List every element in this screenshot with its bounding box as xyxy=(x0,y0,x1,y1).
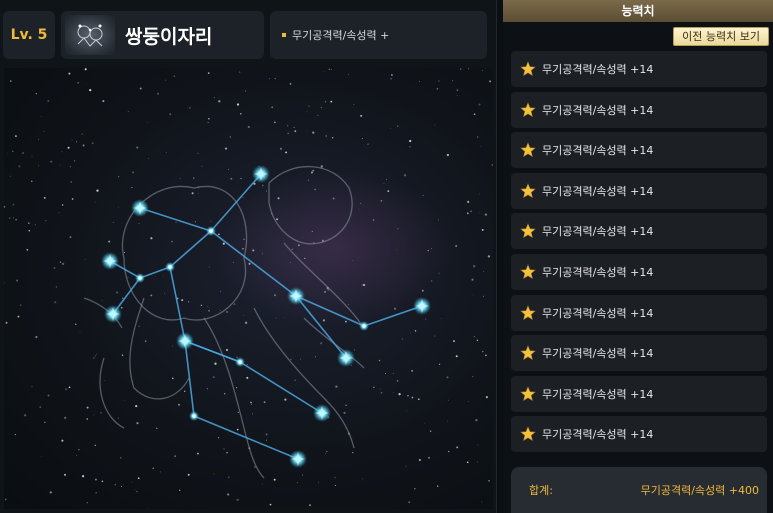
stat-label: 무기공격력/속성력 +14 xyxy=(542,184,654,198)
stat-label: 무기공격력/속성력 +14 xyxy=(542,306,654,320)
stats-panel-title: 능력치 xyxy=(503,0,773,22)
stat-label: 무기공격력/속성력 +14 xyxy=(542,103,654,117)
star-icon xyxy=(520,345,536,361)
star-icon xyxy=(520,101,536,117)
stat-row: 무기공격력/속성력 +14 xyxy=(511,91,767,128)
constellation-panel: Lv. 5 쌍둥이자리 무기공격력/속성력 + xyxy=(0,0,497,513)
stat-label: 무기공격력/속성력 +14 xyxy=(542,265,654,279)
constellation-canvas xyxy=(4,68,493,509)
constellation-name: 쌍둥이자리 xyxy=(125,25,213,48)
gemini-emblem-icon xyxy=(65,15,115,55)
star-icon xyxy=(520,264,536,279)
level-text: Lv. 5 xyxy=(10,27,48,43)
constellation-star xyxy=(135,273,145,283)
stat-list: 무기공격력/속성력 +14 무기공격력/속성력 +14 무기공격력/속성력 +14 무… xyxy=(511,51,767,457)
star-icon xyxy=(520,304,536,320)
star-icon xyxy=(520,223,536,239)
constellation-sky-view xyxy=(4,68,493,509)
star-icon xyxy=(520,386,536,401)
stat-label: 무기공격력/속성력 +14 xyxy=(542,63,654,76)
total-box: 합계: 무기공격력/속성력 +400 xyxy=(511,467,767,513)
constellation-title-box: 쌍둥이자리 xyxy=(61,11,264,59)
constellation-star xyxy=(206,226,216,236)
star-icon xyxy=(520,183,536,198)
star-icon xyxy=(520,426,536,442)
constellation-star xyxy=(287,287,305,305)
constellation-star xyxy=(235,357,245,367)
stat-row: 무기공격력/속성력 +14 xyxy=(511,253,767,290)
constellation-star xyxy=(413,297,431,315)
stat-row: 무기공격력/속성력 +14 xyxy=(511,294,767,331)
stats-panel: 능력치 이전 능력치 보기 무기공격력/속성력 +14 무기공격력/속성력 +14… xyxy=(503,0,773,513)
stat-row: 무기공격력/속성력 +14 xyxy=(511,213,767,250)
stat-label: 무기공격력/속성력 +14 xyxy=(542,144,654,158)
level-badge: Lv. 5 xyxy=(3,11,55,59)
constellation-star xyxy=(131,199,149,217)
constellation-star xyxy=(289,450,307,468)
constellation-star xyxy=(101,252,119,270)
stat-label: 무기공격력/속성력 +14 xyxy=(542,225,654,239)
stat-label: 무기공격력/속성력 +14 xyxy=(542,428,654,442)
stat-row: 무기공격력/속성력 +14 xyxy=(511,375,767,412)
star-icon xyxy=(520,61,536,76)
stat-row: 무기공격력/속성력 +14 xyxy=(511,335,767,372)
constellation-star xyxy=(104,305,122,323)
constellation-star xyxy=(337,349,355,367)
constellation-star xyxy=(189,411,199,421)
star-icon xyxy=(520,142,536,158)
previous-stats-button[interactable]: 이전 능력치 보기 xyxy=(673,27,769,46)
stat-row: 무기공격력/속성력 +14 xyxy=(511,172,767,209)
stat-label: 무기공격력/속성력 +14 xyxy=(542,387,654,401)
effect-summary-text: 무기공격력/속성력 + xyxy=(292,29,390,42)
total-value: 무기공격력/속성력 +400 xyxy=(640,484,759,497)
constellation-star xyxy=(313,404,331,422)
constellation-star xyxy=(165,262,175,272)
effect-summary-box: 무기공격력/속성력 + xyxy=(270,11,487,59)
bullet-icon xyxy=(282,33,286,37)
stat-row: 무기공격력/속성력 +14 xyxy=(511,132,767,169)
constellation-star xyxy=(176,332,194,350)
stat-row: 무기공격력/속성력 +14 xyxy=(511,51,767,87)
stat-label: 무기공격력/속성력 +14 xyxy=(542,347,654,361)
constellation-star xyxy=(252,165,270,183)
total-label: 합계: xyxy=(529,484,553,497)
stat-row: 무기공격력/속성력 +14 xyxy=(511,416,767,453)
constellation-star xyxy=(359,321,369,331)
